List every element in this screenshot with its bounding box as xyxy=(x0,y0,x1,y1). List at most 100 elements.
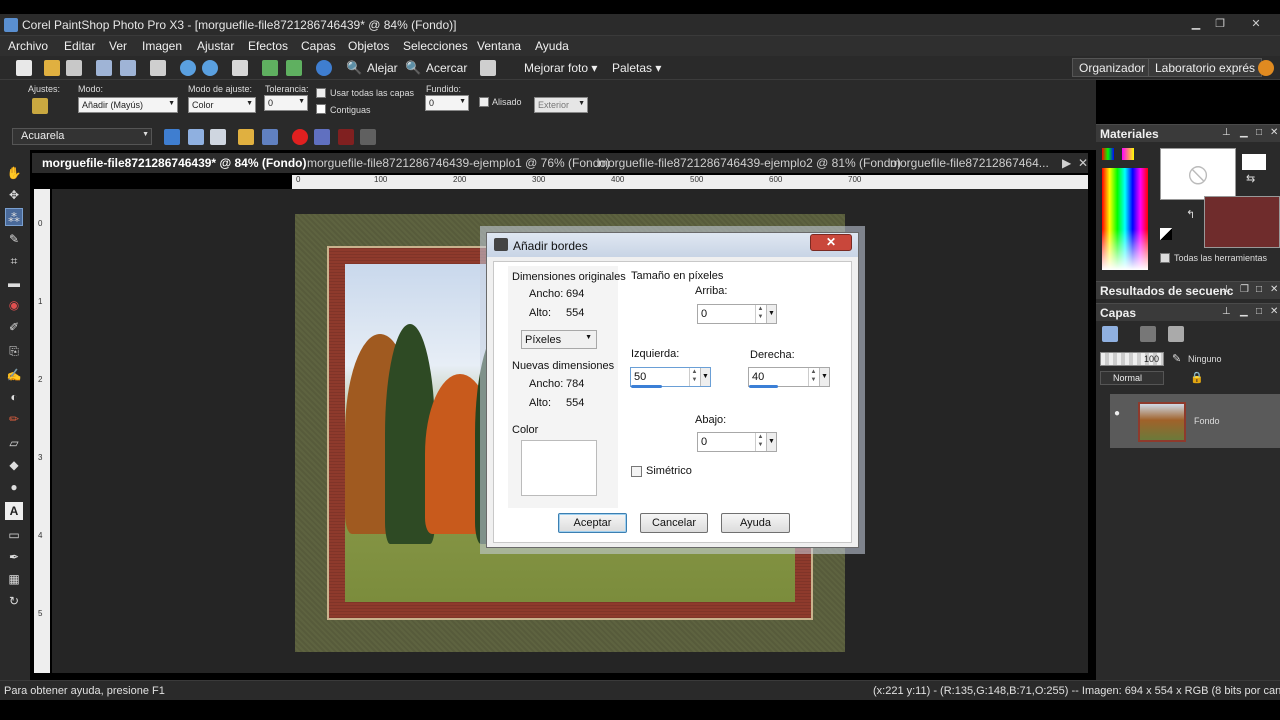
magic-wand-icon[interactable] xyxy=(32,98,48,114)
cancel-button[interactable]: Cancelar xyxy=(640,513,708,533)
minimize-button[interactable]: ▁ xyxy=(1186,17,1206,32)
restore-panel-icon[interactable]: ❐ xyxy=(1240,284,1249,295)
antialias-checkbox[interactable] xyxy=(479,97,489,107)
organizer-button[interactable]: Organizador xyxy=(1072,58,1153,77)
contiguous-checkbox[interactable] xyxy=(316,104,326,114)
clone-icon[interactable]: ⎘ xyxy=(5,342,23,360)
save-as-icon[interactable] xyxy=(120,60,136,76)
print-icon[interactable] xyxy=(150,60,166,76)
resize-icon[interactable] xyxy=(232,60,248,76)
menu-efectos[interactable]: Efectos xyxy=(248,39,288,53)
tab-document-2[interactable]: morguefile-file8721286746439-ejemplo1 @ … xyxy=(307,156,610,170)
save-record-icon[interactable] xyxy=(360,129,376,145)
zoom-out-button[interactable]: Alejar xyxy=(367,61,398,75)
menu-ver[interactable]: Ver xyxy=(109,39,127,53)
redo-icon[interactable] xyxy=(202,60,218,76)
swap-materials-icon[interactable]: ↰ xyxy=(1186,208,1195,221)
menu-ajustar[interactable]: Ajustar xyxy=(197,39,234,53)
pin-icon[interactable]: ⊥ xyxy=(1222,127,1231,138)
fill-icon[interactable]: ◆ xyxy=(5,456,23,474)
color-swatch[interactable] xyxy=(521,440,597,496)
tab-scroll-right-icon[interactable]: ▶ xyxy=(1062,156,1071,170)
crop-icon[interactable]: ⌗ xyxy=(5,252,23,270)
zoom-in-button[interactable]: Acercar xyxy=(426,61,467,75)
maximize-panel-icon[interactable]: □ xyxy=(1256,306,1262,317)
bottom-input[interactable]: 0 ▲ ▼ ▼ xyxy=(697,432,777,452)
red-eye-icon[interactable]: ◉ xyxy=(5,296,23,314)
right-slider-indicator[interactable] xyxy=(749,385,778,388)
pick-icon[interactable]: ✥ xyxy=(5,186,23,204)
maximize-panel-icon[interactable]: □ xyxy=(1256,284,1262,295)
tolerance-input[interactable]: 0 ▼ xyxy=(264,95,308,111)
express-lab-button[interactable]: Laboratorio exprés xyxy=(1148,58,1263,77)
info-icon[interactable] xyxy=(316,60,332,76)
close-panel-icon[interactable]: ✕ xyxy=(1270,127,1278,138)
menu-ayuda[interactable]: Ayuda xyxy=(535,39,569,53)
menu-selecciones[interactable]: Selecciones xyxy=(403,39,468,53)
color-palette-icon[interactable] xyxy=(1102,148,1114,160)
zoom-out-icon[interactable]: 🔍 xyxy=(346,60,362,76)
zoom-in-icon[interactable]: 🔍 xyxy=(405,60,421,76)
color-spectrum[interactable] xyxy=(1102,168,1148,270)
stop-script-icon[interactable] xyxy=(262,129,278,145)
eraser-icon[interactable]: ▱ xyxy=(5,434,23,452)
blend-mode-select[interactable]: Normal xyxy=(1100,371,1164,385)
swap-colors-icon[interactable]: ⇆ xyxy=(1246,172,1255,185)
copy-icon[interactable] xyxy=(480,60,496,76)
minimize-panel-icon[interactable]: ▁ xyxy=(1240,306,1248,317)
top-input[interactable]: 0 ▲ ▼ ▼ xyxy=(697,304,777,324)
cancel-record-icon[interactable] xyxy=(338,129,354,145)
layer-effects-icon[interactable] xyxy=(1168,326,1184,342)
open-icon[interactable] xyxy=(44,60,60,76)
outside-select[interactable]: Exterior ▼ xyxy=(534,97,588,113)
pen-icon[interactable]: ✒ xyxy=(5,548,23,566)
pan-icon[interactable]: ✋ xyxy=(5,164,23,182)
help-button[interactable]: Ayuda xyxy=(721,513,790,533)
script-mode-icon[interactable] xyxy=(210,129,226,145)
white-swatch[interactable] xyxy=(1242,154,1266,170)
run-script-icon[interactable] xyxy=(164,129,180,145)
all-tools-checkbox[interactable] xyxy=(1160,253,1170,263)
menu-objetos[interactable]: Objetos xyxy=(348,39,389,53)
ok-button[interactable]: Aceptar xyxy=(558,513,627,533)
right-input[interactable]: 40 ▲ ▼ ▼ xyxy=(748,367,830,387)
palettes-menu[interactable]: Paletas ▾ xyxy=(612,61,661,75)
menu-imagen[interactable]: Imagen xyxy=(142,39,182,53)
maximize-panel-icon[interactable]: □ xyxy=(1256,127,1262,138)
restore-button[interactable]: ❐ xyxy=(1210,17,1230,32)
flip-icon[interactable] xyxy=(286,60,302,76)
shape-icon[interactable]: ▭ xyxy=(5,526,23,544)
symmetric-checkbox[interactable] xyxy=(631,466,642,477)
minimize-panel-icon[interactable]: ▁ xyxy=(1240,127,1248,138)
pin-icon[interactable]: ⊥ xyxy=(1222,284,1231,295)
script-select[interactable]: Acuarela ▼ xyxy=(12,128,152,145)
smudge-icon[interactable]: ✏ xyxy=(5,410,23,428)
selection-icon[interactable]: ⁂ xyxy=(5,208,23,226)
tab-document-3[interactable]: morguefile-file8721286746439-ejemplo2 @ … xyxy=(598,156,901,170)
text-icon[interactable]: A xyxy=(5,502,23,520)
layer-row-fondo[interactable]: ● Fondo xyxy=(1110,394,1280,448)
new-layer-icon[interactable] xyxy=(1102,326,1118,342)
foreground-swatch[interactable]: ⦸ xyxy=(1160,148,1236,200)
close-panel-icon[interactable]: ✕ xyxy=(1270,284,1278,295)
new-icon[interactable] xyxy=(16,60,32,76)
all-layers-checkbox[interactable] xyxy=(316,88,326,98)
record-icon[interactable] xyxy=(292,129,308,145)
menu-capas[interactable]: Capas xyxy=(301,39,336,53)
opacity-input[interactable]: 100 xyxy=(1100,352,1164,366)
match-mode-select[interactable]: Color ▼ xyxy=(188,97,256,113)
tab-close-icon[interactable]: ✕ xyxy=(1078,156,1088,170)
close-button[interactable]: ✕ xyxy=(1246,17,1266,32)
undo-icon[interactable] xyxy=(180,60,196,76)
enhance-photo-menu[interactable]: Mejorar foto ▾ xyxy=(524,61,597,75)
edit-script-icon[interactable] xyxy=(188,129,204,145)
menu-archivo[interactable]: Archivo xyxy=(8,39,48,53)
save-icon[interactable] xyxy=(96,60,112,76)
dodge-icon[interactable]: ◐ xyxy=(5,388,23,406)
pin-icon[interactable]: ⊥ xyxy=(1222,306,1231,317)
dialog-close-button[interactable]: ✕ xyxy=(810,234,852,251)
menu-ventana[interactable]: Ventana xyxy=(477,39,521,53)
warp-icon[interactable]: ↻ xyxy=(5,592,23,610)
straighten-icon[interactable]: ▬ xyxy=(5,274,23,292)
rotate-icon[interactable] xyxy=(262,60,278,76)
